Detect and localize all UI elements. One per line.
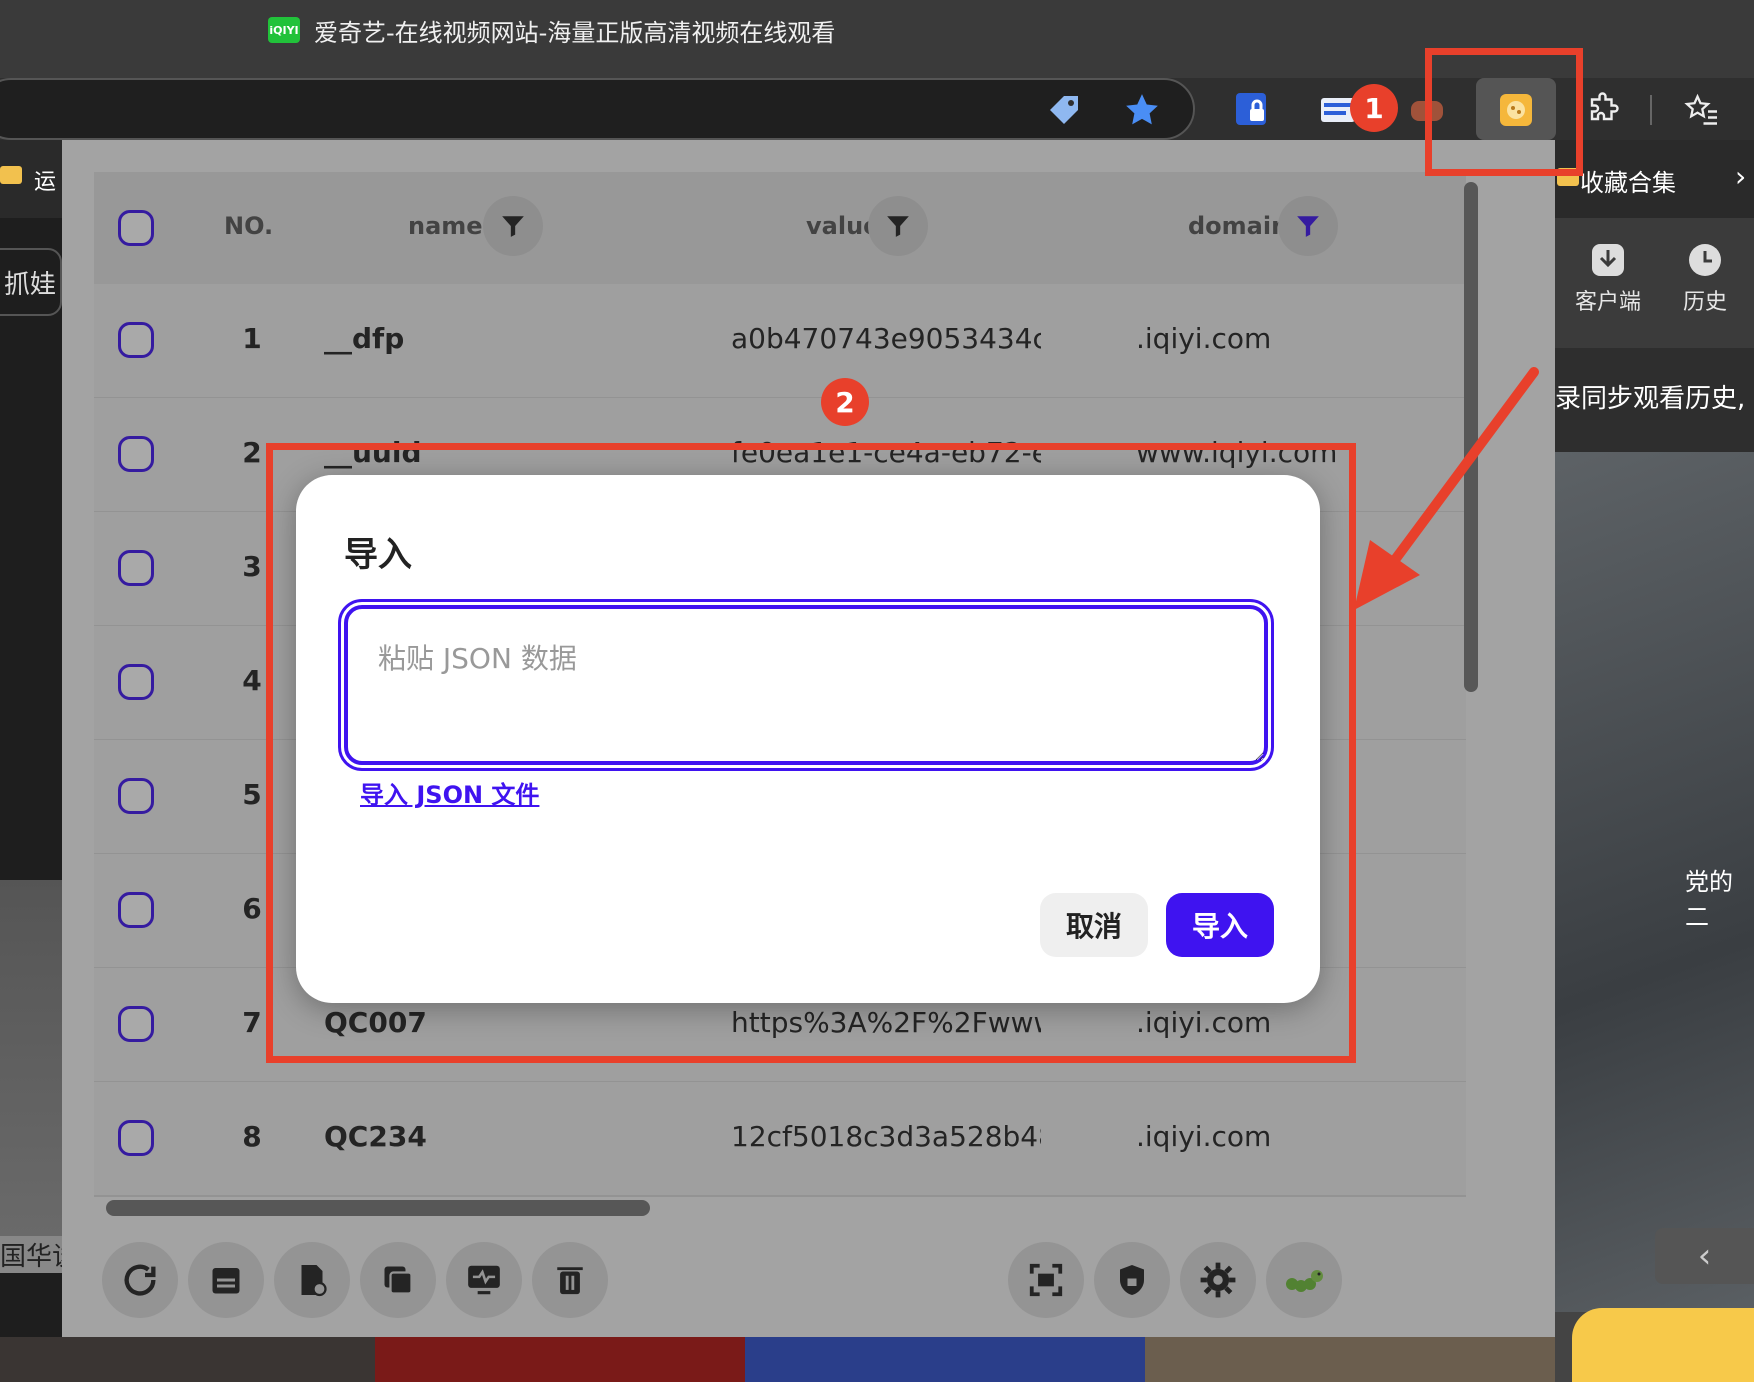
annotation-highlight-extension xyxy=(1425,48,1583,176)
site-left-caption: 国华谈 xyxy=(0,1236,62,1273)
thumbnail[interactable] xyxy=(745,1337,1145,1382)
chevron-right-icon[interactable]: › xyxy=(1735,160,1746,193)
carousel-prev-button[interactable]: ‹ xyxy=(1655,1228,1754,1284)
thumbnail[interactable] xyxy=(1145,1337,1555,1382)
site-thumbnail-strip xyxy=(0,1337,1555,1382)
tag-icon[interactable] xyxy=(1042,88,1086,132)
password-lock-extension-icon[interactable] xyxy=(1230,88,1274,132)
site-left-video xyxy=(0,880,62,1240)
folder-icon xyxy=(0,166,22,184)
thumbnail[interactable] xyxy=(0,1337,375,1382)
annotation-badge-1: 1 xyxy=(1350,84,1398,132)
extensions-puzzle-icon[interactable] xyxy=(1582,88,1626,132)
favorites-list-icon[interactable] xyxy=(1680,88,1724,132)
bookmark-folder-collection[interactable]: 收藏合集 xyxy=(1580,163,1676,198)
browser-tab[interactable]: iQIYI 爱奇艺-在线视频网站-海量正版高清视频在线观看 xyxy=(268,10,835,50)
tab-title-text: 爱奇艺-在线视频网站-海量正版高清视频在线观看 xyxy=(314,18,836,47)
mascot-sticker[interactable] xyxy=(1572,1308,1754,1382)
iqiyi-favicon-icon: iQIYI xyxy=(268,17,300,43)
annotation-arrow-icon xyxy=(1354,367,1539,610)
toolbar-divider xyxy=(1650,95,1652,125)
site-top-nav: 客户端 历史 xyxy=(1555,218,1754,348)
clock-icon xyxy=(1689,244,1721,276)
site-nav-client[interactable]: 客户端 xyxy=(1555,240,1661,316)
address-bar[interactable] xyxy=(0,78,1195,140)
site-nav-client-label: 客户端 xyxy=(1574,290,1641,315)
bookmark-star-icon[interactable] xyxy=(1120,88,1164,132)
thumbnail[interactable] xyxy=(375,1337,745,1382)
bookmark-folder-left[interactable]: 运 xyxy=(34,164,56,196)
site-grab-button[interactable]: 抓娃 xyxy=(0,248,62,316)
annotation-badge-2: 2 xyxy=(821,378,869,426)
download-icon xyxy=(1592,244,1624,276)
site-nav-history-label: 历史 xyxy=(1682,290,1727,315)
site-nav-history[interactable]: 历史 xyxy=(1665,240,1745,316)
annotation-highlight-dialog xyxy=(266,443,1356,1063)
site-video-caption: 党的二 xyxy=(1685,868,1733,931)
site-sync-banner: 录同步观看历史, xyxy=(1555,348,1754,452)
